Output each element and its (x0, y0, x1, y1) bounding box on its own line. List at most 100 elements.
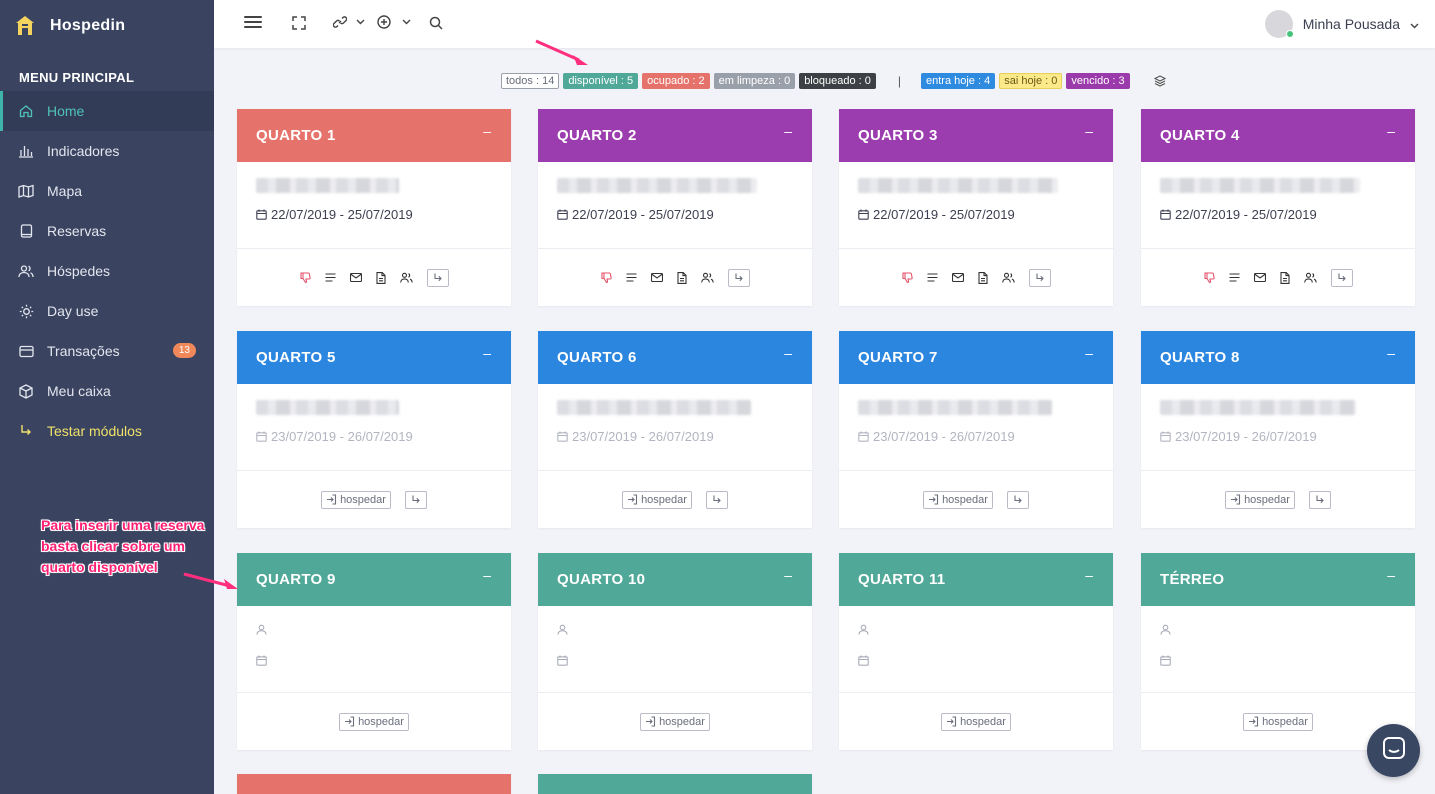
collapse-button[interactable]: – (1085, 123, 1093, 139)
room-card[interactable] (538, 774, 812, 794)
room-card[interactable]: QUARTO 10 – hospedar (538, 553, 812, 750)
filter-chip[interactable]: todos : 14 (501, 73, 560, 89)
room-card-header[interactable]: QUARTO 9 – (237, 553, 511, 606)
search-icon[interactable] (429, 16, 443, 30)
mail-icon[interactable] (951, 273, 964, 282)
room-card-header[interactable] (538, 774, 812, 794)
mail-icon[interactable] (650, 273, 663, 282)
transfer-button[interactable] (1308, 490, 1331, 509)
collapse-button[interactable]: – (1085, 567, 1093, 583)
collapse-button[interactable]: – (483, 567, 491, 583)
room-card[interactable]: QUARTO 3 – 22/07/2019 - 25/07/2019 (839, 109, 1113, 306)
notes-icon[interactable] (325, 273, 336, 282)
room-card[interactable]: QUARTO 11 – hospedar (839, 553, 1113, 750)
document-icon[interactable] (1279, 271, 1290, 284)
room-card[interactable]: QUARTO 5 – 23/07/2019 - 26/07/2019 hospedar (237, 331, 511, 528)
room-card-header[interactable]: QUARTO 4 – (1141, 109, 1415, 162)
dislike-icon[interactable] (299, 272, 311, 283)
notes-icon[interactable] (1229, 273, 1240, 282)
checkin-button[interactable]: hospedar (1225, 490, 1295, 509)
collapse-button[interactable]: – (483, 345, 491, 361)
guests-icon[interactable] (700, 272, 714, 283)
transfer-button[interactable] (705, 490, 728, 509)
sidebar-item-transações[interactable]: Transações 13 (0, 331, 214, 371)
room-card[interactable]: QUARTO 9 – hospedar (237, 553, 511, 750)
filter-chip[interactable]: bloqueado : 0 (799, 73, 876, 89)
room-card-header[interactable]: QUARTO 8 – (1141, 331, 1415, 384)
sidebar-item-meu-caixa[interactable]: Meu caixa (0, 371, 214, 411)
room-card[interactable]: QUARTO 2 – 22/07/2019 - 25/07/2019 (538, 109, 812, 306)
room-card-header[interactable]: QUARTO 6 – (538, 331, 812, 384)
notes-icon[interactable] (626, 273, 637, 282)
filter-chip[interactable]: entra hoje : 4 (920, 73, 996, 89)
room-card[interactable]: QUARTO 7 – 23/07/2019 - 26/07/2019 hospedar (839, 331, 1113, 528)
room-card-header[interactable]: QUARTO 3 – (839, 109, 1113, 162)
sidebar-item-testar-módulos[interactable]: Testar módulos (0, 411, 214, 451)
collapse-button[interactable]: – (483, 123, 491, 139)
collapse-button[interactable]: – (1387, 567, 1395, 583)
checkin-button[interactable]: hospedar (1243, 712, 1313, 731)
dislike-icon[interactable] (1203, 272, 1215, 283)
room-card[interactable]: QUARTO 8 – 23/07/2019 - 26/07/2019 hospedar (1141, 331, 1415, 528)
chat-widget-button[interactable] (1367, 724, 1420, 777)
fullscreen-icon[interactable] (292, 16, 306, 30)
mail-icon[interactable] (349, 273, 362, 282)
document-icon[interactable] (977, 271, 988, 284)
transfer-button[interactable] (1028, 268, 1051, 287)
mail-icon[interactable] (1253, 273, 1266, 282)
chevron-down-icon[interactable] (356, 19, 365, 25)
room-card[interactable] (237, 774, 511, 794)
room-card-header[interactable]: QUARTO 2 – (538, 109, 812, 162)
collapse-button[interactable]: – (1387, 123, 1395, 139)
hamburger-menu-icon[interactable] (244, 14, 262, 30)
guests-icon[interactable] (1001, 272, 1015, 283)
transfer-button[interactable] (1330, 268, 1353, 287)
collapse-button[interactable]: – (784, 123, 792, 139)
collapse-button[interactable]: – (784, 567, 792, 583)
checkin-button[interactable]: hospedar (622, 490, 692, 509)
guests-icon[interactable] (1303, 272, 1317, 283)
room-card-header[interactable]: QUARTO 10 – (538, 553, 812, 606)
sidebar-item-day-use[interactable]: Day use (0, 291, 214, 331)
user-menu[interactable]: Minha Pousada (1264, 10, 1419, 38)
guests-icon[interactable] (399, 272, 413, 283)
dislike-icon[interactable] (600, 272, 612, 283)
checkin-button[interactable]: hospedar (923, 490, 993, 509)
transfer-button[interactable] (727, 268, 750, 287)
filter-chip[interactable]: sai hoje : 0 (999, 73, 1063, 89)
room-card-header[interactable]: QUARTO 1 – (237, 109, 511, 162)
sidebar-item-indicadores[interactable]: Indicadores (0, 131, 214, 171)
room-card[interactable]: QUARTO 6 – 23/07/2019 - 26/07/2019 hospedar (538, 331, 812, 528)
layers-icon[interactable] (1153, 75, 1166, 87)
room-card[interactable]: QUARTO 4 – 22/07/2019 - 25/07/2019 (1141, 109, 1415, 306)
transfer-button[interactable] (1006, 490, 1029, 509)
link-icon[interactable] (333, 15, 347, 29)
room-card-header[interactable]: QUARTO 5 – (237, 331, 511, 384)
sidebar-item-mapa[interactable]: Mapa (0, 171, 214, 211)
checkin-button[interactable]: hospedar (339, 712, 409, 731)
notes-icon[interactable] (927, 273, 938, 282)
room-card-header[interactable]: QUARTO 11 – (839, 553, 1113, 606)
sidebar-item-home[interactable]: Home (0, 91, 214, 131)
transfer-button[interactable] (404, 490, 427, 509)
document-icon[interactable] (676, 271, 687, 284)
room-card-header[interactable]: TÉRREO – (1141, 553, 1415, 606)
filter-chip[interactable]: ocupado : 2 (642, 73, 710, 89)
checkin-button[interactable]: hospedar (321, 490, 391, 509)
room-card[interactable]: TÉRREO – hospedar (1141, 553, 1415, 750)
collapse-button[interactable]: – (1085, 345, 1093, 361)
add-circle-icon[interactable] (377, 15, 391, 29)
checkin-button[interactable]: hospedar (941, 712, 1011, 731)
transfer-button[interactable] (426, 268, 449, 287)
collapse-button[interactable]: – (1387, 345, 1395, 361)
filter-chip[interactable]: em limpeza : 0 (713, 73, 796, 89)
filter-chip[interactable]: disponível : 5 (563, 73, 639, 89)
brand[interactable]: Hospedin (0, 0, 214, 52)
dislike-icon[interactable] (901, 272, 913, 283)
room-card-header[interactable]: QUARTO 7 – (839, 331, 1113, 384)
collapse-button[interactable]: – (784, 345, 792, 361)
room-card[interactable]: QUARTO 1 – 22/07/2019 - 25/07/2019 (237, 109, 511, 306)
room-card-header[interactable] (237, 774, 511, 794)
sidebar-item-reservas[interactable]: Reservas (0, 211, 214, 251)
filter-chip[interactable]: vencido : 3 (1066, 73, 1130, 89)
